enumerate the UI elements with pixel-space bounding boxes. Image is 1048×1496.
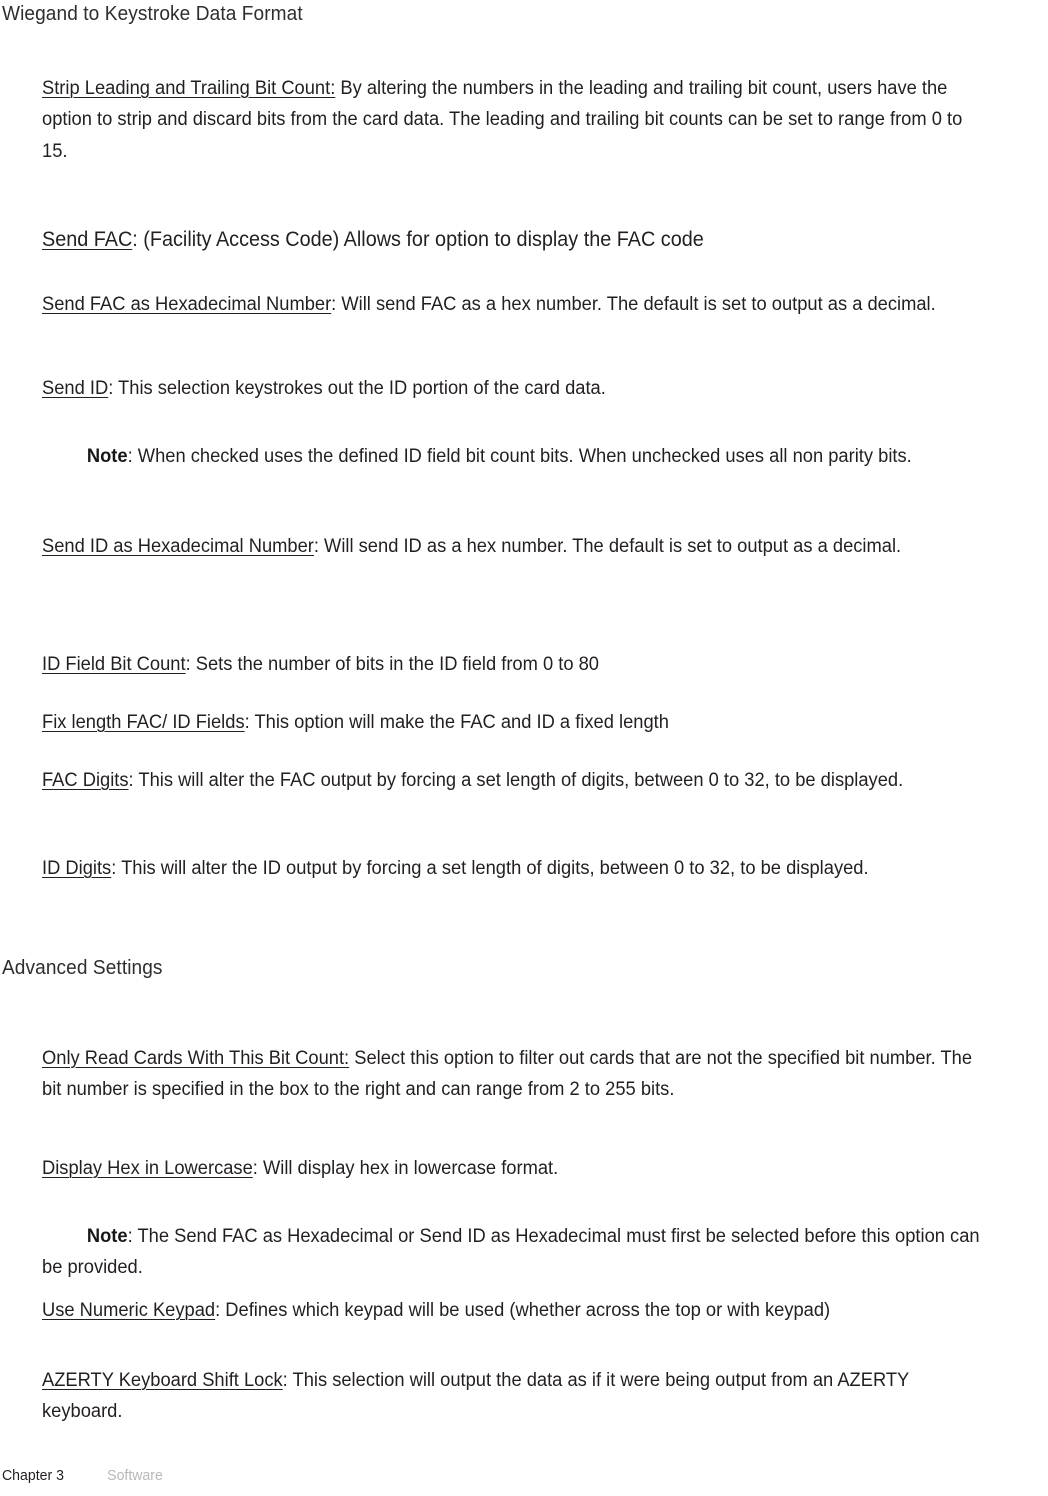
paragraph-send-id: Send ID: This selection keystrokes out t…: [42, 373, 983, 405]
term-azerty-shift-lock: AZERTY Keyboard Shift Lock: [42, 1368, 283, 1391]
paragraph-send-id-note: Note: When checked uses the defined ID f…: [42, 441, 983, 473]
paragraph-strip-bits: Strip Leading and Trailing Bit Count: By…: [42, 73, 983, 168]
body-id-field-bit-count: : Sets the number of bits in the ID fiel…: [185, 652, 599, 675]
page-title: Wiegand to Keystroke Data Format: [2, 2, 303, 25]
term-send-fac-hex: Send FAC as Hexadecimal Number: [42, 292, 332, 315]
paragraph-id-digits: ID Digits: This will alter the ID output…: [42, 853, 983, 885]
section-heading-advanced-settings: Advanced Settings: [2, 956, 163, 979]
paragraph-id-field-bit-count: ID Field Bit Count: Sets the number of b…: [42, 649, 983, 681]
body-send-id: : This selection keystrokes out the ID p…: [108, 376, 606, 399]
body-use-numeric-keypad: : Defines which keypad will be used (whe…: [215, 1298, 831, 1321]
body-send-id-hex: : Will send ID as a hex number. The defa…: [313, 534, 902, 557]
paragraph-only-read-cards: Only Read Cards With This Bit Count: Sel…: [42, 1043, 983, 1106]
term-id-field-bit-count: ID Field Bit Count: [42, 652, 186, 675]
body-display-hex-lowercase: : Will display hex in lowercase format.: [252, 1156, 559, 1179]
paragraph-send-fac-hex: Send FAC as Hexadecimal Number: Will sen…: [42, 289, 983, 321]
body-fix-length-fields: : This option will make the FAC and ID a…: [244, 710, 669, 733]
paragraph-send-id-hex: Send ID as Hexadecimal Number: Will send…: [42, 531, 983, 563]
body-fac-digits: : This will alter the FAC output by forc…: [128, 768, 904, 791]
paragraph-send-fac: Send FAC: (Facility Access Code) Allows …: [42, 224, 983, 256]
term-use-numeric-keypad: Use Numeric Keypad: [42, 1298, 216, 1321]
body-send-fac: : (Facility Access Code) Allows for opti…: [132, 228, 704, 252]
term-strip-bit-count: Strip Leading and Trailing Bit Count:: [42, 76, 336, 99]
term-only-read-cards: Only Read Cards With This Bit Count:: [42, 1046, 350, 1069]
term-fix-length-fields: Fix length FAC/ ID Fields: [42, 710, 245, 733]
paragraph-fix-length-fields: Fix length FAC/ ID Fields: This option w…: [42, 707, 983, 739]
document-page: Wiegand to Keystroke Data Format Strip L…: [0, 0, 1048, 1496]
footer-chapter-label: Chapter 3: [2, 1467, 64, 1484]
page-footer: Chapter 3 Software: [2, 1466, 163, 1486]
footer-section-label: Software: [107, 1467, 163, 1484]
paragraph-azerty-shift-lock: AZERTY Keyboard Shift Lock: This selecti…: [42, 1365, 983, 1428]
term-send-fac: Send FAC: [42, 228, 133, 252]
body-id-digits: : This will alter the ID output by forci…: [111, 856, 869, 879]
paragraph-fac-digits: FAC Digits: This will alter the FAC outp…: [42, 765, 983, 797]
body-send-id-note: : When checked uses the defined ID field…: [127, 444, 912, 467]
note-label: Note: [86, 444, 128, 467]
term-fac-digits: FAC Digits: [42, 768, 129, 791]
term-id-digits: ID Digits: [42, 856, 112, 879]
paragraph-display-hex-lowercase: Display Hex in Lowercase: Will display h…: [42, 1153, 983, 1185]
paragraph-display-hex-note: Note: The Send FAC as Hexadecimal or Sen…: [42, 1221, 983, 1284]
paragraph-use-numeric-keypad: Use Numeric Keypad: Defines which keypad…: [42, 1295, 983, 1327]
body-display-hex-note: : The Send FAC as Hexadecimal or Send ID…: [42, 1224, 980, 1279]
term-send-id-hex: Send ID as Hexadecimal Number: [42, 534, 314, 557]
note-label: Note: [86, 1224, 128, 1247]
body-send-fac-hex: : Will send FAC as a hex number. The def…: [331, 292, 936, 315]
term-display-hex-lowercase: Display Hex in Lowercase: [42, 1156, 253, 1179]
term-send-id: Send ID: [42, 376, 109, 399]
